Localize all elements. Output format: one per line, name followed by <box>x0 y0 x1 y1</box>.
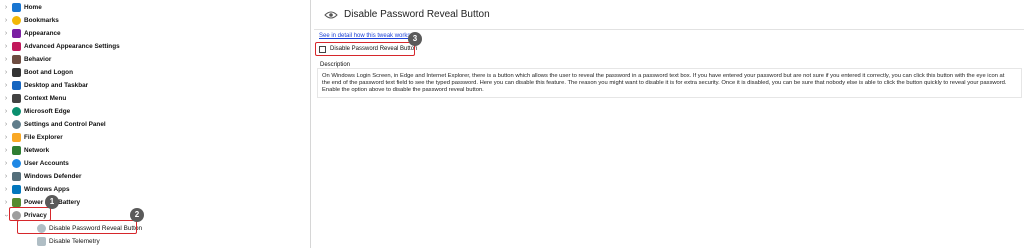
privacy-highlight <box>9 207 51 221</box>
battery-icon <box>12 198 21 207</box>
tree-item-appearance[interactable]: › Appearance <box>0 27 311 40</box>
chevron-right-icon[interactable]: › <box>3 183 9 196</box>
user-icon <box>12 159 21 168</box>
chevron-right-icon[interactable]: › <box>3 40 9 53</box>
home-icon <box>12 3 21 12</box>
tree-item-network[interactable]: › Network <box>0 144 311 157</box>
tree-item-desktop-taskbar[interactable]: › Desktop and Taskbar <box>0 79 311 92</box>
tree-item-windows-apps[interactable]: › Windows Apps <box>0 183 311 196</box>
behavior-icon <box>12 55 21 64</box>
gear-icon <box>12 120 21 129</box>
boot-icon <box>12 68 21 77</box>
chevron-right-icon[interactable]: › <box>3 92 9 105</box>
chevron-right-icon[interactable]: › <box>3 157 9 170</box>
desktop-icon <box>12 81 21 90</box>
detail-link[interactable]: See in detail how this tweak works <box>319 33 410 39</box>
tree-item-disable-telemetry[interactable]: Disable Telemetry <box>0 235 311 248</box>
chevron-right-icon[interactable]: › <box>3 196 9 209</box>
chevron-right-icon[interactable]: › <box>3 105 9 118</box>
tree-item-file-explorer[interactable]: › File Explorer <box>0 131 311 144</box>
star-icon <box>12 16 21 25</box>
network-icon <box>12 146 21 155</box>
edge-icon <box>12 107 21 116</box>
folder-icon <box>12 133 21 142</box>
tree-item-microsoft-edge[interactable]: › Microsoft Edge <box>0 105 311 118</box>
tree-item-context-menu[interactable]: › Context Menu <box>0 92 311 105</box>
checkbox-highlight <box>315 42 415 56</box>
step-badge-1: 1 <box>45 195 59 209</box>
password-reveal-highlight <box>17 220 137 234</box>
step-badge-3: 3 <box>408 32 422 46</box>
tweak-details-pane: Disable Password Reveal Button See in de… <box>314 0 1024 248</box>
telemetry-icon <box>37 237 46 246</box>
shield-icon <box>12 172 21 181</box>
chevron-right-icon[interactable]: › <box>3 14 9 27</box>
eye-icon <box>324 11 338 19</box>
apps-icon <box>12 185 21 194</box>
details-title: Disable Password Reveal Button <box>344 9 490 20</box>
tree-item-home[interactable]: › Home <box>0 1 311 14</box>
tree-item-bookmarks[interactable]: › Bookmarks <box>0 14 311 27</box>
step-badge-2: 2 <box>130 208 144 222</box>
chevron-right-icon[interactable]: › <box>3 144 9 157</box>
chevron-right-icon[interactable]: › <box>3 131 9 144</box>
tree-item-behavior[interactable]: › Behavior <box>0 53 311 66</box>
tweak-tree: › Home › Bookmarks › Appearance › Advanc… <box>0 0 311 248</box>
palette-advanced-icon <box>12 42 21 51</box>
chevron-right-icon[interactable]: › <box>3 170 9 183</box>
tree-item-settings-control-panel[interactable]: › Settings and Control Panel <box>0 118 311 131</box>
tree-item-user-accounts[interactable]: › User Accounts <box>0 157 311 170</box>
description-text: On Windows Login Screen, in Edge and Int… <box>322 73 1007 94</box>
details-header: Disable Password Reveal Button <box>314 0 1024 30</box>
tree-item-boot-logon[interactable]: › Boot and Logon <box>0 66 311 79</box>
chevron-right-icon[interactable]: › <box>3 53 9 66</box>
chevron-right-icon[interactable]: › <box>3 118 9 131</box>
palette-icon <box>12 29 21 38</box>
tree-item-advanced-appearance[interactable]: › Advanced Appearance Settings <box>0 40 311 53</box>
chevron-right-icon[interactable]: › <box>3 1 9 14</box>
chevron-right-icon[interactable]: › <box>3 27 9 40</box>
chevron-right-icon[interactable]: › <box>3 66 9 79</box>
tree-item-windows-defender[interactable]: › Windows Defender <box>0 170 311 183</box>
chevron-right-icon[interactable]: › <box>3 79 9 92</box>
context-menu-icon <box>12 94 21 103</box>
